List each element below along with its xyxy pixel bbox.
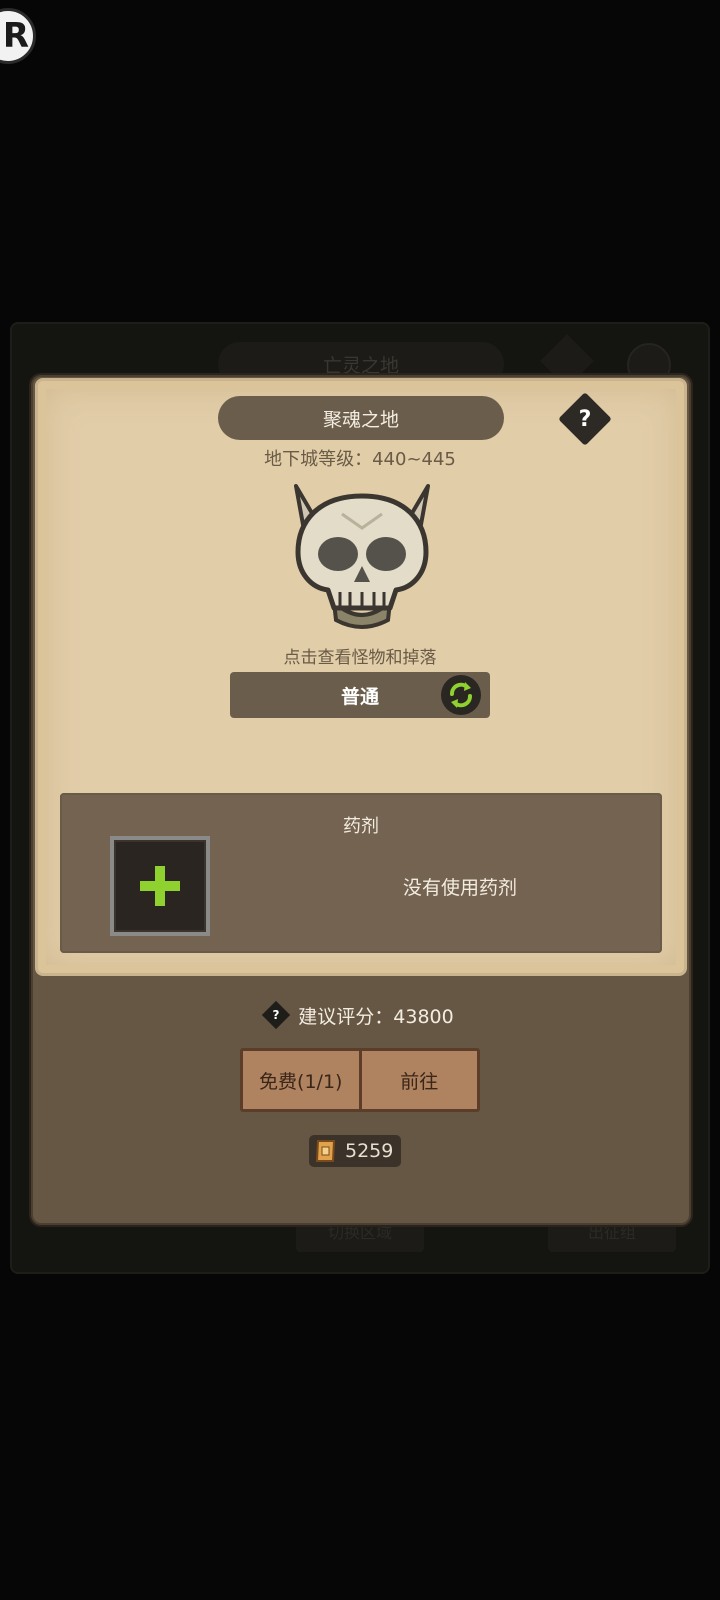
plus-icon[interactable] [136, 862, 184, 910]
dungeon-level-text: 地下城等级：440~445 [264, 449, 456, 470]
dungeon-title: 聚魂之地 [218, 396, 504, 440]
go-button[interactable]: 前往 [358, 1051, 478, 1109]
score-help-icon[interactable]: ? [262, 1000, 291, 1030]
scroll-ticket-icon [315, 1140, 336, 1162]
recommended-score-row: ? 建议评分：43800 [0, 1000, 720, 1030]
overlay-badge-letter: R [2, 16, 30, 56]
recommended-score: 建议评分：43800 [298, 1005, 454, 1028]
overlay-float-button[interactable]: R [0, 8, 36, 64]
help-button-label[interactable]: ? [566, 400, 604, 438]
horned-skull-icon[interactable] [282, 478, 442, 638]
currency-display: 5259 [309, 1135, 401, 1167]
potion-status: 没有使用药剂 [402, 877, 517, 899]
refresh-icon[interactable] [440, 674, 482, 716]
currency-amount: 5259 [345, 1140, 394, 1162]
monster-drop-hint[interactable]: 点击查看怪物和掉落 [0, 643, 720, 668]
free-entry-button[interactable]: 免费(1/1) [243, 1051, 359, 1109]
potion-title: 药剂 [343, 816, 379, 837]
action-button-group: 免费(1/1) 前往 [240, 1048, 480, 1112]
